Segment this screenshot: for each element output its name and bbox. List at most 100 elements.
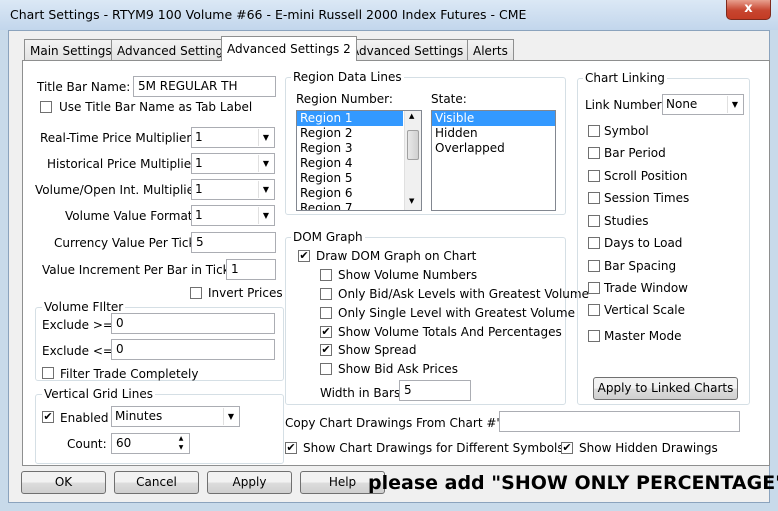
grid-unit-value: Minutes	[115, 409, 163, 423]
vol-multiplier-select[interactable]: 1 ▼	[191, 179, 275, 200]
tab-advanced-settings-2[interactable]: Advanced Settings 2	[221, 36, 357, 61]
only-single-level-checkbox[interactable]	[320, 307, 332, 319]
rt-multiplier-value: 1	[195, 130, 203, 144]
list-item[interactable]: Overlapped	[432, 141, 555, 156]
list-item[interactable]: Region 3	[297, 141, 421, 156]
exclude-ge-input[interactable]: 0	[111, 313, 275, 334]
link-option-label: Scroll Position	[604, 169, 688, 183]
link-option-label: Days to Load	[604, 236, 683, 250]
increment-input[interactable]: 1	[226, 259, 276, 280]
show-volume-numbers-label: Show Volume Numbers	[338, 268, 478, 282]
tab-panel: Title Bar Name: 5M REGULAR TH Use Title …	[22, 60, 770, 466]
list-item[interactable]: Region 6	[297, 186, 421, 201]
hist-multiplier-label: Historical Price Multiplier:	[47, 157, 200, 171]
link-number-label: Link Number:	[585, 98, 666, 112]
link-days-to-load-checkbox[interactable]	[588, 237, 600, 249]
link-option-label: Vertical Scale	[604, 303, 686, 317]
use-title-tab-checkbox[interactable]	[40, 101, 52, 113]
tab-main-settings[interactable]: Main Settings	[24, 39, 118, 60]
link-option-label: Studies	[604, 214, 649, 228]
filter-trade-checkbox[interactable]	[42, 367, 54, 379]
count-spinner[interactable]: 60 ▲ ▼	[111, 433, 190, 454]
dom-graph-title: DOM Graph	[291, 230, 365, 244]
spin-down-icon[interactable]: ▼	[174, 443, 188, 452]
close-button[interactable]: x	[726, 0, 771, 20]
ok-button[interactable]: OK	[21, 471, 106, 494]
link-option-label: Symbol	[604, 124, 649, 138]
scrollbar-thumb[interactable]	[407, 130, 419, 160]
show-spread-label: Show Spread	[338, 343, 417, 357]
scroll-up-icon[interactable]: ▲	[409, 112, 414, 120]
link-option-label: Bar Period	[604, 146, 666, 160]
count-label: Count:	[67, 437, 107, 451]
enabled-label: Enabled	[60, 411, 109, 425]
link-trade-window-checkbox[interactable]	[588, 282, 600, 294]
show-hidden-drawings-checkbox[interactable]: ✔	[561, 442, 573, 454]
enabled-checkbox[interactable]: ✔	[42, 411, 54, 423]
window-title: Chart Settings - RTYM9 100 Volume #66 - …	[10, 7, 527, 22]
list-item[interactable]: Region 4	[297, 156, 421, 171]
link-master-mode-checkbox[interactable]	[588, 330, 600, 342]
show-diff-symbols-checkbox[interactable]: ✔	[285, 442, 297, 454]
link-scroll-position-checkbox[interactable]	[588, 170, 600, 182]
show-spread-checkbox[interactable]: ✔	[320, 344, 332, 356]
vol-multiplier-value: 1	[195, 182, 203, 196]
rt-multiplier-label: Real-Time Price Multiplier:	[40, 131, 196, 145]
region-data-lines-title: Region Data Lines	[291, 70, 404, 84]
exclude-ge-label: Exclude >=	[42, 318, 113, 332]
region-number-list[interactable]: Region 1 Region 2 Region 3 Region 4 Regi…	[296, 110, 422, 211]
title-bar: Chart Settings - RTYM9 100 Volume #66 - …	[0, 0, 778, 30]
state-label: State:	[431, 92, 467, 106]
list-item[interactable]: Region 1	[297, 111, 403, 126]
chevron-down-icon: ▼	[258, 129, 273, 146]
link-bar-spacing-checkbox[interactable]	[588, 260, 600, 272]
vol-format-select[interactable]: 1 ▼	[191, 205, 275, 226]
tab-alerts[interactable]: Alerts	[467, 39, 514, 60]
list-item[interactable]: Region 7	[297, 201, 421, 210]
link-studies-checkbox[interactable]	[588, 215, 600, 227]
tab-advanced-settings-3[interactable]: Advanced Settings 3	[345, 39, 481, 60]
show-volume-numbers-checkbox[interactable]	[320, 269, 332, 281]
link-vertical-scale-checkbox[interactable]	[588, 304, 600, 316]
show-diff-symbols-label: Show Chart Drawings for Different Symbol…	[303, 441, 564, 455]
apply-button[interactable]: Apply	[207, 471, 292, 494]
width-in-bars-input[interactable]: 5	[399, 380, 471, 401]
link-session-times-checkbox[interactable]	[588, 192, 600, 204]
link-bar-period-checkbox[interactable]	[588, 147, 600, 159]
draw-dom-checkbox[interactable]: ✔	[298, 250, 310, 262]
tab-advanced-settings[interactable]: Advanced Settings	[111, 39, 236, 60]
filter-trade-label: Filter Trade Completely	[60, 367, 199, 381]
width-in-bars-label: Width in Bars:	[320, 386, 405, 400]
list-item[interactable]: Visible	[432, 111, 555, 126]
region-list-scrollbar[interactable]: ▲ ▼	[404, 111, 421, 210]
apply-linked-charts-button[interactable]: Apply to Linked Charts	[593, 377, 738, 400]
spin-up-icon[interactable]: ▲	[174, 434, 188, 443]
currency-input[interactable]: 5	[191, 232, 276, 253]
link-option-label: Trade Window	[604, 281, 688, 295]
invert-prices-checkbox[interactable]	[190, 287, 202, 299]
vol-format-label: Volume Value Format:	[65, 209, 197, 223]
list-item[interactable]: Hidden	[432, 126, 555, 141]
link-option-label: Master Mode	[604, 329, 682, 343]
title-bar-name-input[interactable]: 5M REGULAR TH	[133, 76, 276, 97]
cancel-button[interactable]: Cancel	[114, 471, 199, 494]
list-item[interactable]: Region 5	[297, 171, 421, 186]
show-hidden-drawings-label: Show Hidden Drawings	[579, 441, 718, 455]
link-symbol-checkbox[interactable]	[588, 125, 600, 137]
show-volume-totals-checkbox[interactable]: ✔	[320, 326, 332, 338]
link-number-select[interactable]: None ▼	[662, 94, 744, 115]
scroll-down-icon[interactable]: ▼	[409, 197, 414, 205]
copy-drawings-input[interactable]	[499, 411, 740, 432]
rt-multiplier-select[interactable]: 1 ▼	[191, 127, 275, 148]
show-bid-ask-prices-checkbox[interactable]	[320, 363, 332, 375]
only-bid-ask-checkbox[interactable]	[320, 288, 332, 300]
vol-multiplier-label: Volume/Open Int. Multiplier:	[35, 183, 203, 197]
hist-multiplier-select[interactable]: 1 ▼	[191, 153, 275, 174]
title-bar-name-label: Title Bar Name:	[37, 80, 131, 94]
state-list[interactable]: Visible Hidden Overlapped	[431, 110, 556, 211]
grid-unit-select[interactable]: Minutes ▼	[111, 406, 240, 427]
copy-drawings-label: Copy Chart Drawings From Chart #'s:	[285, 416, 510, 430]
list-item[interactable]: Region 2	[297, 126, 421, 141]
exclude-le-input[interactable]: 0	[111, 339, 275, 360]
link-option-label: Bar Spacing	[604, 259, 677, 273]
